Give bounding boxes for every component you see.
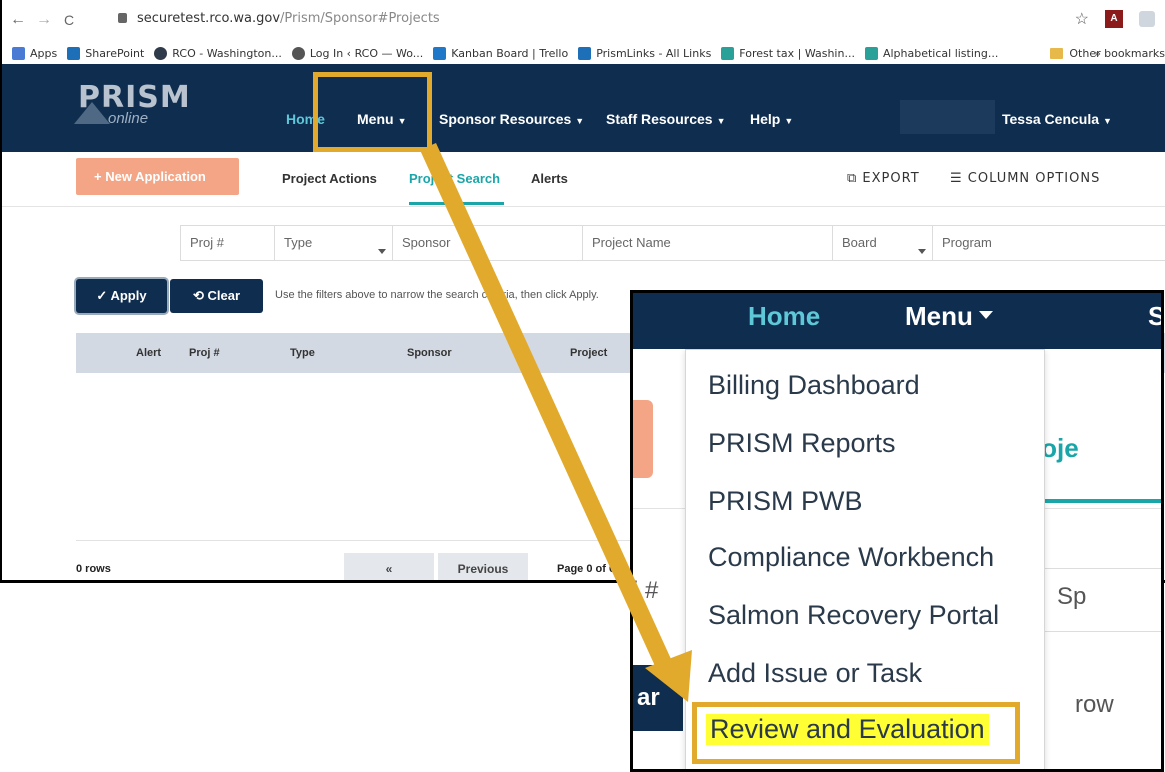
zoom-bg-clear-button: ar: [633, 665, 683, 731]
sharepoint-icon: [578, 46, 592, 60]
bookmark-trello[interactable]: Kanban Board | Trello: [433, 46, 568, 60]
chevron-down-icon: ▼: [575, 116, 585, 126]
zoom-nav-bar: Home Menu S: [633, 293, 1161, 349]
lock-icon: [118, 13, 127, 23]
menu-item-prism-reports[interactable]: PRISM Reports: [708, 428, 896, 459]
globe-icon: [291, 46, 305, 60]
column-proj-number[interactable]: Proj #: [189, 347, 220, 359]
row-count: 0 rows: [76, 563, 111, 575]
chevron-down-icon: [378, 249, 386, 254]
zoom-nav-menu[interactable]: Menu: [905, 301, 993, 332]
browser-actions: ☆ A: [1075, 9, 1155, 29]
bookmark-rco-washington[interactable]: RCO - Washington...: [154, 46, 282, 60]
star-icon[interactable]: ☆: [1075, 9, 1089, 29]
filter-hint: Use the filters above to narrow the sear…: [275, 289, 599, 301]
logo-prism-shape: [74, 102, 110, 124]
zoom-bg-new-application: [633, 400, 653, 478]
column-sponsor[interactable]: Sponsor: [407, 347, 452, 359]
chevron-down-icon: ▼: [1103, 116, 1112, 126]
reload-icon[interactable]: C: [64, 12, 74, 28]
active-tab-indicator: [409, 202, 504, 205]
bookmarks-bar: Apps SharePoint RCO - Washington... Log …: [2, 42, 1165, 64]
menu-item-billing-dashboard[interactable]: Billing Dashboard: [708, 370, 920, 401]
nav-staff-resources[interactable]: Staff Resources ▼: [606, 111, 726, 127]
filter-sponsor[interactable]: Sponsor: [392, 225, 583, 261]
address-bar[interactable]: securetest.rco.wa.gov/Prism/Sponsor#Proj…: [118, 11, 440, 26]
bookmark-sharepoint[interactable]: SharePoint: [67, 46, 144, 60]
sharepoint-icon: [67, 46, 81, 60]
trello-icon: [433, 46, 447, 60]
folder-icon: [1050, 47, 1064, 59]
zoom-nav-cutoff: S: [1148, 301, 1164, 331]
chevron-down-icon: ▼: [716, 116, 726, 126]
extension-icon[interactable]: [1139, 11, 1155, 27]
column-options-button[interactable]: ☰ COLUMN OPTIONS: [950, 171, 1100, 186]
zoom-nav-home[interactable]: Home: [748, 301, 820, 332]
app-header: PRISM online Home Menu ▼ Sponsor Resource…: [2, 64, 1165, 152]
apply-button[interactable]: ✓ Apply: [76, 279, 167, 313]
site-icon: [864, 46, 878, 60]
export-icon: ⧉: [847, 171, 863, 186]
zoom-callout: Home Menu S roje j # Sp ar row Billing D…: [630, 290, 1164, 772]
back-icon[interactable]: ←: [10, 11, 26, 29]
chevron-down-icon: [918, 249, 926, 254]
forward-icon[interactable]: →: [36, 11, 52, 29]
nav-sponsor-resources[interactable]: Sponsor Resources ▼: [439, 111, 584, 127]
bookmark-login-rco[interactable]: Log In ‹ RCO — Wo...: [291, 46, 423, 60]
pdf-extension-icon[interactable]: A: [1105, 10, 1123, 28]
clear-button[interactable]: ⟲ Clear: [170, 279, 263, 313]
bookmark-prismlinks[interactable]: PrismLinks - All Links: [578, 46, 711, 60]
menu-item-compliance-workbench[interactable]: Compliance Workbench: [708, 542, 994, 573]
zoom-bg-rows-text: row: [1075, 691, 1114, 718]
chevron-down-icon: ▼: [784, 116, 794, 126]
url-host: securetest.rco.wa.gov: [137, 11, 281, 26]
wordpress-icon: [154, 46, 168, 60]
browser-toolbar: ← → C securetest.rco.wa.gov/Prism/Sponso…: [2, 0, 1165, 42]
menu-item-prism-pwb[interactable]: PRISM PWB: [708, 486, 863, 517]
zoom-bg-sponsor-field: Sp: [1057, 583, 1087, 610]
tab-project-search[interactable]: Project Search: [409, 171, 500, 186]
filter-project-name[interactable]: Project Name: [582, 225, 833, 261]
column-alert[interactable]: Alert: [136, 347, 161, 359]
menu-item-add-issue-or-task[interactable]: Add Issue or Task: [708, 658, 922, 689]
zoom-bg-tab-indicator: [1045, 499, 1161, 503]
site-icon: [721, 46, 735, 60]
bookmark-apps[interactable]: Apps: [12, 46, 57, 60]
menu-highlight-box: [313, 72, 432, 152]
filter-type[interactable]: Type: [274, 225, 393, 261]
new-application-button[interactable]: + New Application: [76, 158, 239, 195]
first-page-button[interactable]: «: [344, 553, 434, 580]
nav-help[interactable]: Help ▼: [750, 111, 793, 127]
redacted-block: [900, 100, 995, 134]
prism-logo[interactable]: PRISM online: [74, 83, 191, 126]
filter-proj-number[interactable]: Proj #: [180, 225, 275, 261]
bookmark-other[interactable]: Other bookmarks: [1050, 47, 1165, 60]
filter-program[interactable]: Program: [932, 225, 1165, 261]
tab-project-actions[interactable]: Project Actions: [282, 171, 377, 186]
menu-item-salmon-recovery-portal[interactable]: Salmon Recovery Portal: [708, 600, 999, 631]
filter-board[interactable]: Board: [832, 225, 933, 261]
tab-alerts[interactable]: Alerts: [531, 171, 568, 186]
export-button[interactable]: ⧉ EXPORT: [847, 171, 920, 186]
bookmark-forest-tax[interactable]: Forest tax | Washin...: [721, 46, 855, 60]
nav-user[interactable]: Tessa Cencula ▼: [1002, 111, 1112, 127]
column-type[interactable]: Type: [290, 347, 315, 359]
page-indicator: Page 0 of 0: [557, 563, 616, 575]
sliders-icon: ☰: [950, 171, 968, 186]
url-path: /Prism/Sponsor#Projects: [280, 11, 440, 26]
tab-bar: + New Application Project Actions Projec…: [2, 152, 1165, 207]
column-project[interactable]: Project: [570, 347, 607, 359]
chevron-down-icon: [978, 311, 993, 319]
apps-grid-icon: [12, 46, 25, 60]
bookmark-alphabetical[interactable]: Alphabetical listing...: [864, 46, 998, 60]
zoom-bg-proj-field: j #: [633, 577, 659, 604]
previous-page-button[interactable]: Previous: [438, 553, 528, 580]
review-highlight-box: [692, 702, 1020, 764]
